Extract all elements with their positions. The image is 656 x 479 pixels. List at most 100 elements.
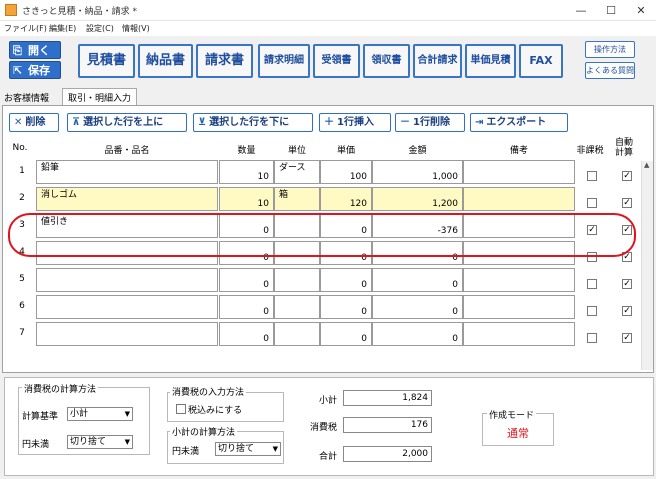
tab-transaction-detail[interactable]: 取引・明細入力 [62, 88, 138, 105]
receipt-button[interactable]: 領収書 [363, 44, 410, 78]
maximize-button[interactable]: ☐ [596, 0, 626, 21]
move-up-button[interactable]: ⊼ 選択した行を上に [67, 113, 187, 132]
unit-price-cell[interactable]: 120 [320, 187, 372, 211]
menu-file[interactable]: ファイル(F) [4, 23, 47, 34]
menu-edit[interactable]: 編集(E) [49, 23, 76, 34]
bottom-panel: 消費税の計算方法 計算基準 小計 ▼ 円未満 切り捨て ▼ 消費税の入力方法 税込み… [0, 373, 656, 479]
save-button[interactable]: ⇱ 保存 [9, 61, 61, 79]
menu-settings[interactable]: 設定(C) [86, 23, 114, 34]
quantity-cell[interactable]: 0 [219, 268, 274, 292]
unit-cell[interactable]: 箱 [274, 187, 320, 211]
unit-cell[interactable]: ダース [274, 160, 320, 184]
move-down-button[interactable]: ⊻ 選択した行を下に [193, 113, 313, 132]
window-title: さきっと見積・納品・請求 * [22, 7, 138, 17]
tax-free-checkbox[interactable] [587, 333, 597, 343]
amount-cell[interactable]: 1,000 [372, 160, 463, 184]
item-name-cell[interactable] [36, 268, 218, 292]
tax-free-checkbox[interactable] [587, 306, 597, 316]
x-icon: ✕ [14, 117, 23, 128]
fax-button[interactable]: FAX [519, 44, 563, 78]
item-name-cell[interactable] [36, 322, 218, 346]
tax-free-checkbox[interactable] [587, 279, 597, 289]
export-button[interactable]: ⇥ エクスポート [470, 113, 568, 132]
unit-cell[interactable] [274, 268, 320, 292]
title-bar: さきっと見積・納品・請求 * — ☐ ✕ [0, 0, 656, 21]
quantity-cell[interactable]: 10 [219, 160, 274, 184]
tax-value: 176 [343, 417, 432, 433]
menu-info[interactable]: 情報(V) [122, 23, 150, 34]
subtotal-rounding-value: 切り捨て [218, 444, 255, 454]
open-button[interactable]: ⎘ 開く [9, 41, 61, 59]
unit-price-cell[interactable]: 0 [320, 295, 372, 319]
invoice-button[interactable]: 請求書 [196, 44, 253, 78]
mode-value: 通常 [507, 427, 529, 440]
move-down-icon: ⊻ [198, 117, 207, 128]
close-button[interactable]: ✕ [626, 0, 656, 21]
note-cell[interactable] [463, 268, 575, 292]
minimize-button[interactable]: — [566, 0, 596, 21]
invoice-detail-button[interactable]: 請求明細 [258, 44, 310, 78]
tax-inclusive-checkbox[interactable] [176, 404, 186, 414]
insert-row-label: 1行挿入 [337, 117, 374, 128]
delivery-button[interactable]: 納品書 [138, 44, 193, 78]
header-unit-price: 単価 [336, 146, 355, 156]
row-number: 6 [19, 301, 25, 311]
unit-price-cell[interactable]: 0 [320, 322, 372, 346]
tax-rounding-select[interactable]: 切り捨て ▼ [67, 435, 133, 449]
unit-estimate-button[interactable]: 単価見積 [465, 44, 516, 78]
tax-basis-value: 小計 [70, 409, 89, 419]
insert-row-button[interactable]: ＋ 1行挿入 [319, 113, 391, 132]
header-amount: 金額 [408, 146, 427, 156]
tax-basis-select[interactable]: 小計 ▼ [67, 407, 133, 421]
auto-calc-checkbox[interactable]: ✓ [622, 306, 632, 316]
subtotal-rounding-label: 円未満 [172, 447, 200, 457]
subtotal-rounding-select[interactable]: 切り捨て ▼ [215, 442, 281, 456]
amount-cell[interactable]: 0 [372, 295, 463, 319]
tax-free-checkbox[interactable] [587, 198, 597, 208]
quantity-cell[interactable]: 0 [219, 322, 274, 346]
auto-calc-checkbox[interactable]: ✓ [622, 171, 632, 181]
mode-title: 作成モード [487, 408, 537, 421]
unit-price-cell[interactable]: 100 [320, 160, 372, 184]
header-tax-free: 非課税 [576, 146, 604, 156]
unit-cell[interactable] [274, 322, 320, 346]
quantity-cell[interactable]: 10 [219, 187, 274, 211]
faq-button[interactable]: よくある質問 [585, 62, 635, 79]
open-icon: ⎘ [13, 44, 22, 57]
move-up-icon: ⊼ [72, 117, 81, 128]
grid-scrollbar[interactable]: ▲ [641, 161, 653, 370]
amount-cell[interactable]: 0 [372, 268, 463, 292]
receipt-note-button[interactable]: 受領書 [313, 44, 360, 78]
auto-calc-checkbox[interactable]: ✓ [622, 279, 632, 289]
delete-row-button[interactable]: － 1行削除 [395, 113, 465, 132]
total-invoice-button[interactable]: 合計請求 [413, 44, 462, 78]
note-cell[interactable] [463, 322, 575, 346]
header-note: 備考 [509, 146, 528, 156]
note-cell[interactable] [463, 160, 575, 184]
tax-basis-label: 計算基準 [22, 412, 59, 422]
tax-free-checkbox[interactable] [587, 171, 597, 181]
note-cell[interactable] [463, 187, 575, 211]
item-name-cell[interactable] [36, 295, 218, 319]
row-number: 2 [19, 193, 25, 203]
header-quantity: 数量 [237, 146, 256, 156]
unit-price-cell[interactable]: 0 [320, 268, 372, 292]
unit-cell[interactable] [274, 295, 320, 319]
note-cell[interactable] [463, 295, 575, 319]
auto-calc-checkbox[interactable]: ✓ [622, 198, 632, 208]
minus-icon: － [400, 117, 410, 128]
tax-rounding-label: 円未満 [22, 440, 50, 450]
estimate-button[interactable]: 見積書 [78, 44, 135, 78]
quantity-cell[interactable]: 0 [219, 295, 274, 319]
auto-calc-checkbox[interactable]: ✓ [622, 333, 632, 343]
subtotal-calc-title: 小計の計算方法 [170, 425, 238, 438]
tab-customer-info[interactable]: お客様情報 [4, 91, 49, 104]
help-button[interactable]: 操作方法 [585, 41, 635, 58]
scroll-up-icon[interactable]: ▲ [644, 161, 649, 169]
export-label: エクスポート [486, 117, 547, 128]
amount-cell[interactable]: 1,200 [372, 187, 463, 211]
amount-cell[interactable]: 0 [372, 322, 463, 346]
item-name-cell[interactable]: 鉛筆 [36, 160, 218, 184]
item-name-cell[interactable]: 消しゴム [36, 187, 218, 211]
delete-button[interactable]: ✕ 削除 [9, 113, 59, 132]
